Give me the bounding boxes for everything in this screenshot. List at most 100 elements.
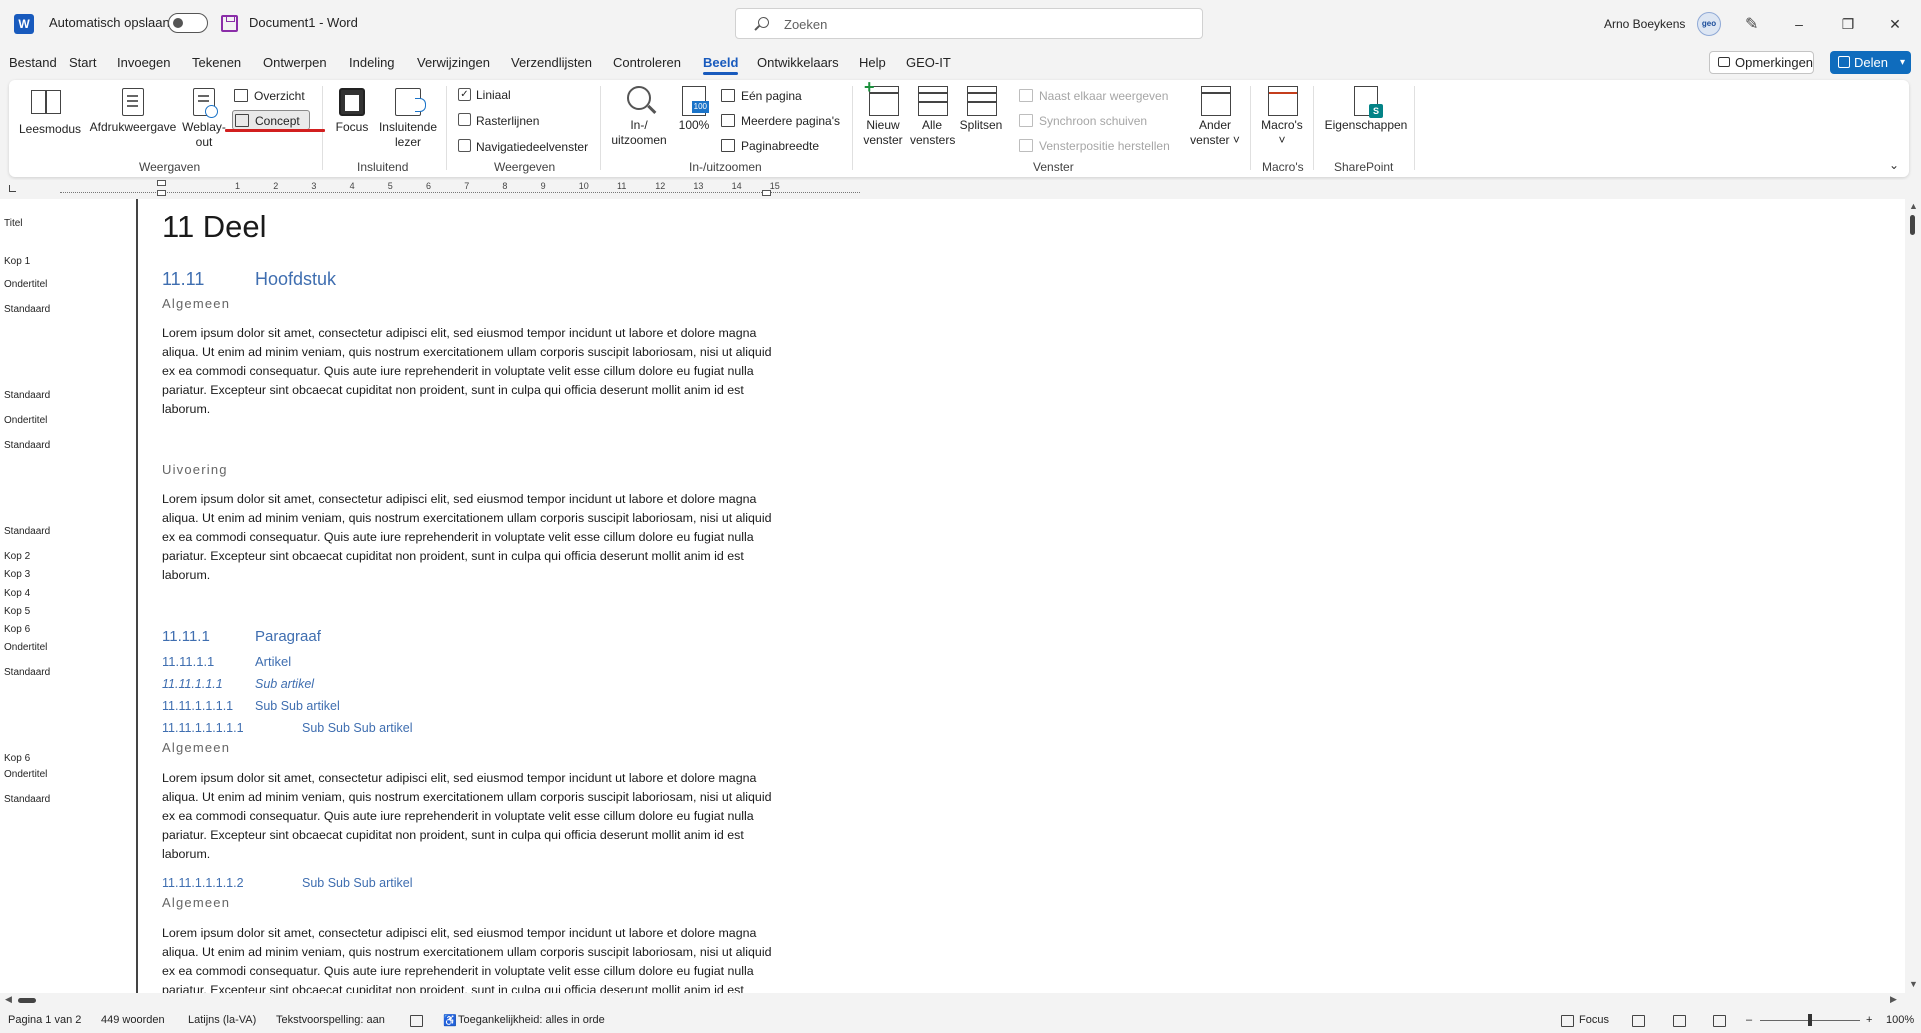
body-paragraph[interactable]: Lorem ipsum dolor sit amet, consectetur … xyxy=(162,324,782,419)
tab-beeld[interactable]: Beeld xyxy=(703,55,739,75)
macro-record-icon[interactable] xyxy=(410,1015,423,1027)
concept-button[interactable]: Concept xyxy=(232,110,310,130)
vertical-scroll-thumb[interactable] xyxy=(1910,215,1915,235)
tab-tekenen[interactable]: Tekenen xyxy=(192,55,241,70)
style-label[interactable]: Kop 2 xyxy=(4,551,30,562)
tab-selector-icon[interactable] xyxy=(9,185,16,192)
body-paragraph[interactable]: Lorem ipsum dolor sit amet, consectetur … xyxy=(162,924,782,993)
afdrukweergave-button[interactable]: Afdrukweergave xyxy=(89,88,177,135)
restore-button[interactable]: ❐ xyxy=(1833,10,1863,38)
vensterpositie-button[interactable]: Vensterpositie herstellen xyxy=(1017,136,1170,156)
print-layout-icon[interactable] xyxy=(1673,1015,1686,1027)
chevron-down-icon[interactable]: ▾ xyxy=(1900,51,1905,74)
avatar[interactable]: geo xyxy=(1697,12,1721,36)
horizontal-scrollbar[interactable]: ◀ ▶ xyxy=(0,993,1905,1007)
tab-start[interactable]: Start xyxy=(69,55,96,70)
pen-icon[interactable]: ✎ xyxy=(1745,14,1758,34)
heading-3[interactable]: 11.11.1.1 Artikel xyxy=(162,654,291,669)
save-icon[interactable] xyxy=(221,15,238,32)
accessibility-icon[interactable]: ♿ xyxy=(443,1014,457,1027)
word-count[interactable]: 449 woorden xyxy=(101,1014,165,1026)
subtitle-uitvoering[interactable]: Uivoering xyxy=(162,462,228,477)
document-area[interactable]: Titel Kop 1 Ondertitel Standaard Standaard On… xyxy=(0,199,1905,993)
style-label[interactable]: Kop 6 xyxy=(4,624,30,635)
style-label[interactable]: Kop 1 xyxy=(4,256,30,267)
splitsen-button[interactable]: Splitsen xyxy=(959,86,1003,133)
eigenschappen-button[interactable]: S Eigenschappen xyxy=(1321,86,1411,133)
style-label[interactable]: Standaard xyxy=(4,794,50,805)
insluitende-lezer-button[interactable]: Insluitende lezer xyxy=(376,88,440,150)
style-label[interactable]: Standaard xyxy=(4,390,50,401)
heading-2[interactable]: 11.11.1 Paragraaf xyxy=(162,628,321,645)
style-label[interactable]: Standaard xyxy=(4,526,50,537)
body-paragraph[interactable]: Lorem ipsum dolor sit amet, consectetur … xyxy=(162,490,782,585)
zoom-out-button[interactable]: – xyxy=(1746,1014,1752,1026)
synchroon-button[interactable]: Synchroon schuiven xyxy=(1017,111,1147,131)
zoom-button[interactable]: In-/ uitzoomen xyxy=(609,86,669,148)
spelling-status[interactable]: Tekstvoorspelling: aan xyxy=(276,1014,385,1026)
tab-geo-it[interactable]: GEO-IT xyxy=(906,55,951,70)
vertical-scrollbar[interactable]: ▲ ▼ xyxy=(1905,199,1921,993)
heading-6[interactable]: 11.11.1.1.1.1.1 Sub Sub Sub artikel xyxy=(162,721,413,735)
style-label[interactable]: Ondertitel xyxy=(4,769,47,780)
focus-button[interactable]: Focus xyxy=(333,88,371,135)
search-input[interactable]: Zoeken xyxy=(735,8,1203,39)
tab-verzendlijsten[interactable]: Verzendlijsten xyxy=(511,55,592,70)
tab-ontwikkelaars[interactable]: Ontwikkelaars xyxy=(757,55,839,70)
alle-vensters-button[interactable]: Alle vensters xyxy=(910,86,955,148)
macros-button[interactable]: Macro's ˅ xyxy=(1257,86,1307,148)
web-layout-icon[interactable] xyxy=(1713,1015,1726,1027)
ander-venster-button[interactable]: Ander venster ˅ xyxy=(1187,86,1243,148)
style-label[interactable]: Ondertitel xyxy=(4,415,47,426)
language-status[interactable]: Latijns (la-VA) xyxy=(188,1014,256,1026)
focus-status[interactable]: Focus xyxy=(1579,1014,1609,1026)
nieuw-venster-button[interactable]: + Nieuw venster xyxy=(861,78,905,148)
minimize-button[interactable]: – xyxy=(1784,10,1814,38)
scroll-down-icon[interactable]: ▼ xyxy=(1909,979,1918,989)
navigatie-checkbox[interactable] xyxy=(458,139,471,152)
scroll-up-icon[interactable]: ▲ xyxy=(1909,201,1918,211)
heading-5[interactable]: 11.11.1.1.1.1 Sub Sub artikel xyxy=(162,699,340,713)
subtitle-algemeen[interactable]: Algemeen xyxy=(162,740,230,755)
style-label[interactable]: Kop 4 xyxy=(4,588,30,599)
style-label[interactable]: Standaard xyxy=(4,667,50,678)
scroll-left-icon[interactable]: ◀ xyxy=(5,994,12,1005)
style-label[interactable]: Ondertitel xyxy=(4,279,47,290)
style-label[interactable]: Standaard xyxy=(4,440,50,451)
doc-title-heading[interactable]: 11 Deel xyxy=(162,209,267,245)
weblayout-button[interactable]: Weblay- out xyxy=(181,88,227,150)
page-count[interactable]: Pagina 1 van 2 xyxy=(8,1014,81,1026)
body-paragraph[interactable]: Lorem ipsum dolor sit amet, consectetur … xyxy=(162,769,782,864)
tab-ontwerpen[interactable]: Ontwerpen xyxy=(263,55,327,70)
horizontal-scroll-thumb[interactable] xyxy=(18,998,36,1003)
paginabreedte-button[interactable]: Paginabreedte xyxy=(719,136,819,156)
tab-help[interactable]: Help xyxy=(859,55,886,70)
zoom-100-button[interactable]: 100 100% xyxy=(674,86,714,133)
zoom-slider-thumb[interactable] xyxy=(1808,1014,1812,1026)
share-button[interactable]: Delen ▾ xyxy=(1830,51,1911,74)
close-button[interactable]: ✕ xyxy=(1880,10,1910,38)
een-pagina-button[interactable]: Eén pagina xyxy=(719,86,802,106)
first-line-indent-marker[interactable] xyxy=(157,180,166,186)
heading-1[interactable]: 11.11 Hoofdstuk xyxy=(162,269,336,290)
subtitle-algemeen[interactable]: Algemeen xyxy=(162,895,230,910)
rasterlijnen-checkbox[interactable] xyxy=(458,113,471,126)
user-name[interactable]: Arno Boeykens xyxy=(1604,17,1685,31)
comments-button[interactable]: Opmerkingen xyxy=(1709,51,1814,74)
tab-controleren[interactable]: Controleren xyxy=(613,55,681,70)
tab-invoegen[interactable]: Invoegen xyxy=(117,55,171,70)
scroll-right-icon[interactable]: ▶ xyxy=(1890,994,1897,1005)
style-label[interactable]: Ondertitel xyxy=(4,642,47,653)
leesmodus-button[interactable]: Leesmodus xyxy=(19,88,81,137)
naast-elkaar-button[interactable]: Naast elkaar weergeven xyxy=(1017,86,1168,106)
read-mode-icon[interactable] xyxy=(1632,1015,1645,1027)
style-label[interactable]: Kop 6 xyxy=(4,753,30,764)
overzicht-button[interactable]: Overzicht xyxy=(232,86,305,106)
hanging-indent-marker[interactable] xyxy=(157,190,166,196)
zoom-in-button[interactable]: + xyxy=(1866,1014,1872,1026)
autosave-toggle[interactable] xyxy=(168,13,208,33)
style-label[interactable]: Kop 3 xyxy=(4,569,30,580)
tab-verwijzingen[interactable]: Verwijzingen xyxy=(417,55,490,70)
meerdere-paginas-button[interactable]: Meerdere pagina's xyxy=(719,111,840,131)
ruler[interactable]: 1 2 3 4 5 6 7 8 9 10 11 12 13 14 15 xyxy=(0,180,1921,198)
